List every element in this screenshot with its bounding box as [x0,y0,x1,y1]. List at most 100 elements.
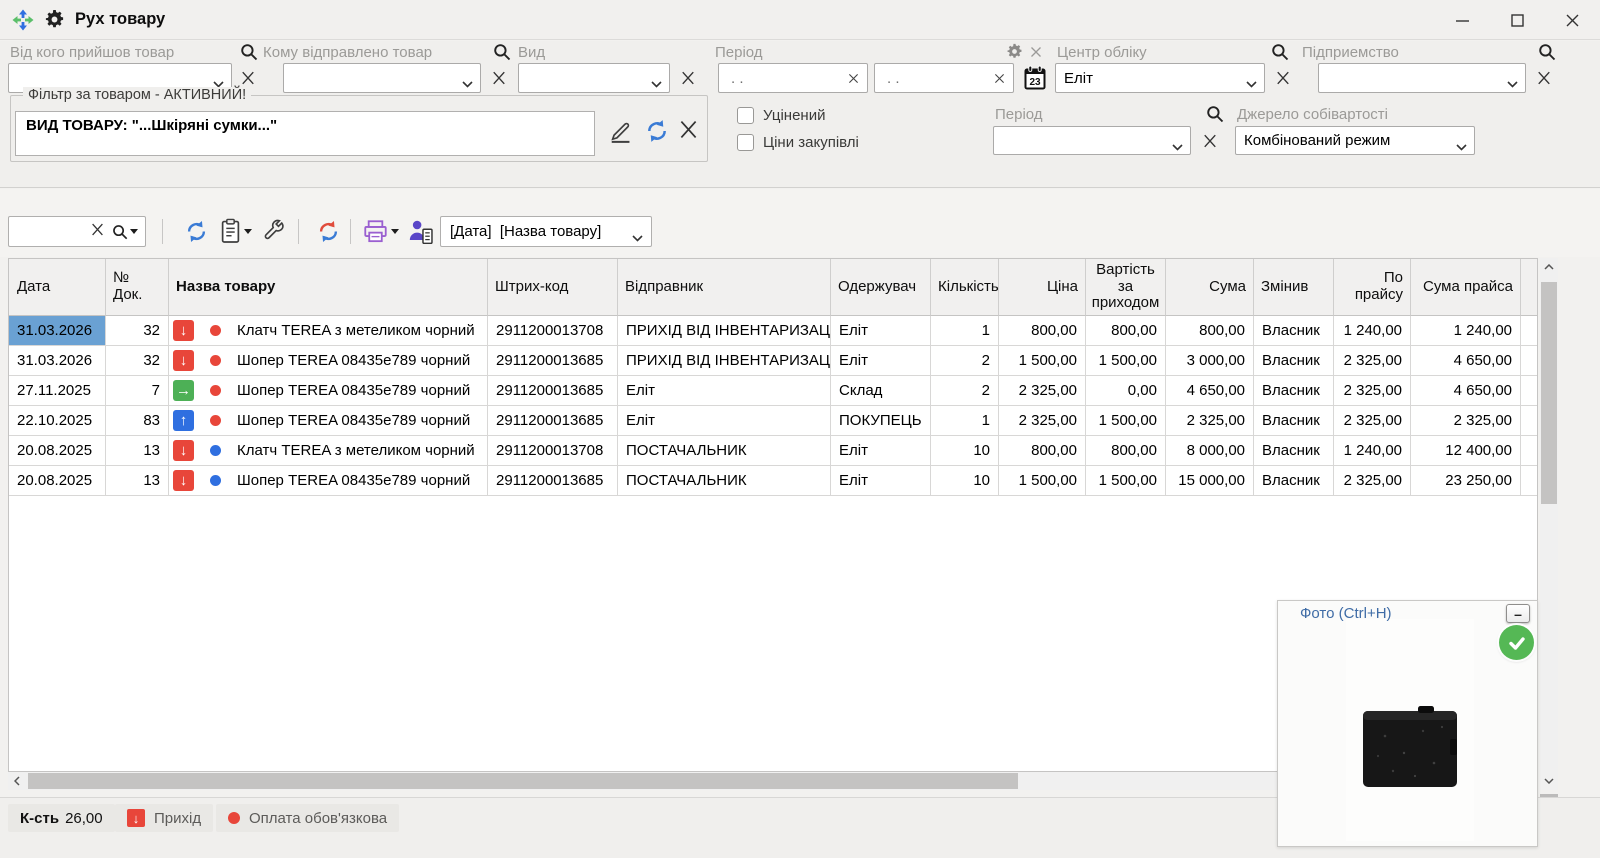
cell-barcode[interactable]: 2911200013685 [488,466,618,496]
item-filter-value[interactable]: ВИД ТОВАРУ: "...Шкіряні сумки..." [15,111,595,156]
cell-price-list-sum[interactable]: 1 240,00 [1411,316,1521,346]
cell-quantity[interactable]: 2 [931,376,999,406]
search-icon[interactable] [240,43,258,65]
cell-date[interactable]: 22.10.2025 [9,406,106,436]
cell-date[interactable]: 27.11.2025 [9,376,106,406]
cell-changed-by[interactable]: Власник [1254,346,1334,376]
vertical-scrollbar[interactable] [1540,258,1558,790]
refresh-button[interactable] [180,215,212,247]
cell-quantity[interactable]: 1 [931,316,999,346]
cell-receiver[interactable]: Еліт [831,466,931,496]
cell-receiver[interactable]: ПОКУПЕЦЬ [831,406,931,436]
horizontal-scrollbar-thumb[interactable] [28,773,1018,789]
cell-quantity[interactable]: 2 [931,346,999,376]
header-date[interactable]: Дата [9,259,106,316]
cell-quantity[interactable]: 10 [931,466,999,496]
cell-price[interactable]: 800,00 [999,316,1086,346]
cell-sum[interactable]: 4 650,00 [1166,376,1254,406]
cell-changed-by[interactable]: Власник [1254,376,1334,406]
enterprise-combobox[interactable] [1318,63,1526,93]
header-sender[interactable]: Відправник [618,259,831,316]
cell-changed-by[interactable]: Власник [1254,316,1334,346]
kind-combobox[interactable] [518,63,670,93]
cell-sender[interactable]: Еліт [618,406,831,436]
cell-price-list-sum[interactable]: 4 650,00 [1411,346,1521,376]
cell-receiver[interactable]: Еліт [831,316,931,346]
period2-combobox[interactable] [993,126,1191,155]
cell-receiver[interactable]: Еліт [831,436,931,466]
clear-center-button[interactable] [1271,65,1295,91]
cell-quantity[interactable]: 10 [931,436,999,466]
cell-quantity[interactable]: 1 [931,406,999,436]
cell-sender[interactable]: ПОСТАЧАЛЬНИК [618,436,831,466]
scroll-up-button[interactable] [1540,258,1558,276]
cell-barcode[interactable]: 2911200013685 [488,406,618,436]
clear-enterprise-button[interactable] [1532,65,1556,91]
sort-order-combobox[interactable]: [Дата] [Назва товару] [440,216,652,247]
to-combobox[interactable] [283,63,481,93]
table-row[interactable]: 27.11.2025 7 →Шопер TEREA 08435e789 чорн… [9,376,1537,406]
cell-product-name[interactable]: ↑Шопер TEREA 08435e789 чорний [169,406,488,436]
cell-changed-by[interactable]: Власник [1254,466,1334,496]
cell-receiver[interactable]: Склад [831,376,931,406]
cell-sender[interactable]: ПОСТАЧАЛЬНИК [618,466,831,496]
cell-barcode[interactable]: 2911200013685 [488,376,618,406]
cell-barcode[interactable]: 2911200013708 [488,316,618,346]
cell-price[interactable]: 2 325,00 [999,406,1086,436]
cell-price-list[interactable]: 2 325,00 [1334,466,1411,496]
cell-price-list[interactable]: 1 240,00 [1334,436,1411,466]
cell-sum[interactable]: 3 000,00 [1166,346,1254,376]
scroll-left-button[interactable] [8,772,26,790]
cell-cost-incoming[interactable]: 800,00 [1086,436,1166,466]
cell-barcode[interactable]: 2911200013685 [488,346,618,376]
cell-date[interactable]: 20.08.2025 [9,466,106,496]
cell-product-name[interactable]: ↓Клатч TEREA з метеликом чорний [169,316,488,346]
search-icon[interactable] [1206,105,1224,127]
cell-date[interactable]: 31.03.2026 [9,316,106,346]
photo-minimize-button[interactable]: – [1506,604,1530,623]
cell-cost-incoming[interactable]: 0,00 [1086,376,1166,406]
print-button[interactable] [360,215,402,247]
cell-cost-incoming[interactable]: 1 500,00 [1086,466,1166,496]
close-button[interactable] [1545,0,1600,40]
vertical-scrollbar-thumb[interactable] [1541,282,1557,504]
header-receiver[interactable]: Одержувач [831,259,931,316]
cost-source-combobox[interactable]: Комбінований режим [1235,126,1475,155]
clear-kind-button[interactable] [676,65,700,91]
cell-cost-incoming[interactable]: 1 500,00 [1086,406,1166,436]
cell-doc-number[interactable]: 7 [106,376,169,406]
table-row[interactable]: 31.03.2026 32 ↓Клатч TEREA з метеликом ч… [9,316,1537,346]
header-changed-by[interactable]: Змінив [1254,259,1334,316]
discounted-checkbox[interactable] [737,107,754,124]
cell-price-list[interactable]: 2 325,00 [1334,406,1411,436]
cell-sender[interactable]: Еліт [618,376,831,406]
header-sum[interactable]: Сума [1166,259,1254,316]
cell-date[interactable]: 31.03.2026 [9,346,106,376]
cell-cost-incoming[interactable]: 800,00 [1086,316,1166,346]
cell-sender[interactable]: ПРИХІД ВІД ІНВЕНТАРИЗАЦІЇ [618,346,831,376]
cell-price[interactable]: 1 500,00 [999,466,1086,496]
header-price-list[interactable]: По прайсу [1334,259,1411,316]
cell-doc-number[interactable]: 13 [106,436,169,466]
calendar-button[interactable]: 23 [1022,64,1048,92]
cell-product-name[interactable]: →Шопер TEREA 08435e789 чорний [169,376,488,406]
clear-search-icon[interactable] [91,223,104,240]
cell-sum[interactable]: 15 000,00 [1166,466,1254,496]
cell-sender[interactable]: ПРИХІД ВІД ІНВЕНТАРИЗАЦІЇ [618,316,831,346]
table-row[interactable]: 20.08.2025 13 ↓Клатч TEREA з метеликом ч… [9,436,1537,466]
search-icon[interactable] [1538,43,1556,65]
center-combobox[interactable]: Еліт [1055,63,1265,93]
cell-price-list-sum[interactable]: 2 325,00 [1411,406,1521,436]
search-options-icon[interactable] [112,224,138,240]
purchase-prices-checkbox-row[interactable]: Ціни закупівлі [737,134,859,151]
header-product-name[interactable]: Назва товару [169,259,488,316]
cell-cost-incoming[interactable]: 1 500,00 [1086,346,1166,376]
table-row[interactable]: 31.03.2026 32 ↓Шопер TEREA 08435e789 чор… [9,346,1537,376]
cell-price[interactable]: 2 325,00 [999,376,1086,406]
reload-data-button[interactable] [312,215,344,247]
cell-sum[interactable]: 800,00 [1166,316,1254,346]
client-card-button[interactable] [404,215,436,247]
cell-date[interactable]: 20.08.2025 [9,436,106,466]
table-row[interactable]: 20.08.2025 13 ↓Шопер TEREA 08435e789 чор… [9,466,1537,496]
cell-price[interactable]: 800,00 [999,436,1086,466]
